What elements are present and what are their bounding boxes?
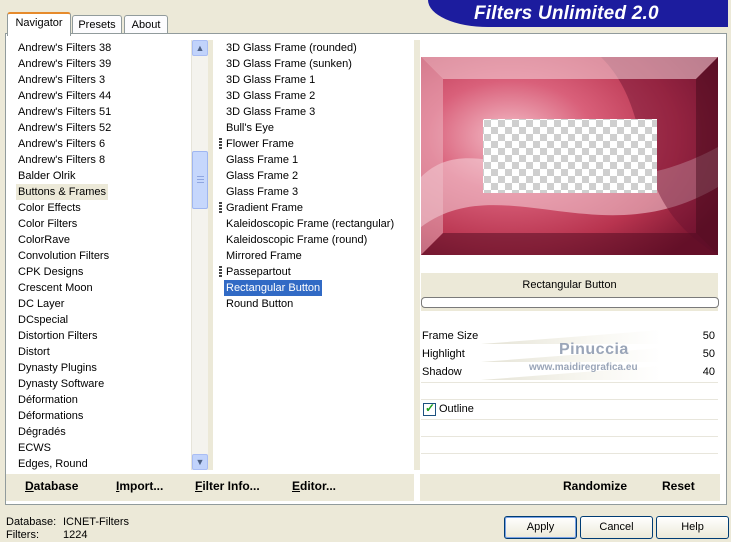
category-item[interactable]: Andrew's Filters 39 — [16, 56, 113, 72]
param-row-empty — [421, 382, 718, 399]
filter-marker-icon — [219, 266, 222, 278]
category-scrollbar[interactable]: ▲ ▼ — [191, 40, 208, 470]
tab-navigator[interactable]: Navigator — [7, 12, 71, 36]
outline-checkbox[interactable]: ✓ — [423, 401, 436, 416]
database-value: ICNET-Filters — [63, 516, 129, 528]
help-button[interactable]: Help — [656, 516, 729, 539]
category-item[interactable]: DC Layer — [16, 296, 66, 312]
filter-info-button[interactable]: Filter Info... — [195, 479, 260, 493]
checkmark-icon: ✓ — [425, 401, 436, 415]
database-button[interactable]: Database — [25, 479, 78, 493]
filter-list[interactable]: 3D Glass Frame (rounded) 3D Glass Frame (… — [214, 40, 414, 470]
category-item[interactable]: Andrew's Filters 8 — [16, 152, 107, 168]
category-item[interactable]: Color Effects — [16, 200, 83, 216]
tab-presets[interactable]: Presets — [72, 15, 122, 34]
filter-item[interactable]: Rectangular Button — [224, 280, 323, 296]
category-item[interactable]: Crescent Moon — [16, 280, 95, 296]
cancel-button[interactable]: Cancel — [580, 516, 653, 539]
category-item[interactable]: Color Filters — [16, 216, 79, 232]
filter-item[interactable]: 3D Glass Frame 3 — [224, 104, 317, 120]
category-item[interactable]: Andrew's Filters 51 — [16, 104, 113, 120]
randomize-button[interactable]: Randomize — [563, 479, 627, 493]
filter-item[interactable]: Kaleidoscopic Frame (rectangular) — [224, 216, 396, 232]
category-item[interactable]: CPK Designs — [16, 264, 85, 280]
filters-count: 1224 — [63, 529, 88, 541]
arrow-up-icon[interactable]: ▲ — [192, 40, 208, 56]
category-item[interactable]: Déformation — [16, 392, 80, 408]
filter-marker-icon — [219, 138, 222, 150]
filter-preview — [421, 57, 718, 255]
filter-item[interactable]: Kaleidoscopic Frame (round) — [224, 232, 369, 248]
category-item[interactable]: Buttons & Frames — [16, 184, 109, 200]
progress-bar — [421, 297, 719, 308]
category-item[interactable]: Déformations — [16, 408, 85, 424]
param-value: 40 — [702, 366, 715, 378]
category-item[interactable]: Distort — [16, 344, 52, 360]
param-value: 50 — [702, 348, 715, 360]
apply-button[interactable]: Apply — [504, 516, 577, 539]
category-item[interactable]: Edges, Round — [16, 456, 90, 470]
filter-item[interactable]: 3D Glass Frame 2 — [224, 88, 317, 104]
category-item[interactable]: Andrew's Filters 6 — [16, 136, 107, 152]
list-divider — [208, 40, 213, 470]
outline-label: Outline — [439, 403, 474, 415]
filter-item[interactable]: Glass Frame 2 — [224, 168, 300, 184]
param-label: Shadow — [422, 366, 462, 378]
database-label: Database: — [6, 516, 57, 528]
param-row-empty — [421, 436, 718, 453]
filters-label: Filters: — [6, 529, 39, 541]
filter-item[interactable]: Passepartout — [224, 264, 293, 280]
param-row-empty — [421, 419, 718, 436]
filter-item[interactable]: Round Button — [224, 296, 295, 312]
category-item[interactable]: Convolution Filters — [16, 248, 111, 264]
filter-item[interactable]: 3D Glass Frame (rounded) — [224, 40, 359, 56]
filter-item[interactable]: Mirrored Frame — [224, 248, 304, 264]
filter-item[interactable]: 3D Glass Frame (sunken) — [224, 56, 354, 72]
category-item[interactable]: Andrew's Filters 38 — [16, 40, 113, 56]
category-item[interactable]: DCspecial — [16, 312, 70, 328]
category-item[interactable]: Dynasty Plugins — [16, 360, 99, 376]
category-item[interactable]: ColorRave — [16, 232, 72, 248]
tab-about[interactable]: About — [124, 15, 168, 34]
category-item[interactable]: Andrew's Filters 44 — [16, 88, 113, 104]
filter-item[interactable]: Bull's Eye — [224, 120, 276, 136]
watermark-name: Pinuccia — [559, 341, 629, 358]
filter-item[interactable]: Glass Frame 3 — [224, 184, 300, 200]
app-title: Filters Unlimited 2.0 — [474, 3, 659, 24]
filter-item[interactable]: Glass Frame 1 — [224, 152, 300, 168]
editor-button[interactable]: Editor... — [292, 479, 336, 493]
category-list[interactable]: Andrew's Filters 38 Andrew's Filters 39 An… — [13, 40, 191, 470]
import-button[interactable]: Import... — [116, 479, 163, 493]
param-value: 50 — [702, 330, 715, 342]
filter-item[interactable]: Gradient Frame — [224, 200, 305, 216]
category-item[interactable]: Andrew's Filters 52 — [16, 120, 113, 136]
reset-button[interactable]: Reset — [662, 479, 695, 493]
filter-marker-icon — [219, 202, 222, 214]
filter-item[interactable]: 3D Glass Frame 1 — [224, 72, 317, 88]
filter-item[interactable]: Flower Frame — [224, 136, 296, 152]
preview-caption: Rectangular Button — [522, 279, 617, 291]
param-label: Frame Size — [422, 330, 479, 342]
category-item[interactable]: ECWS — [16, 440, 53, 456]
category-item[interactable]: Balder Olrik — [16, 168, 77, 184]
category-item[interactable]: Distortion Filters — [16, 328, 99, 344]
param-row-empty — [421, 453, 718, 470]
category-item[interactable]: Dégradés — [16, 424, 68, 440]
arrow-down-icon[interactable]: ▼ — [192, 454, 208, 470]
watermark-url: www.maidiregrafica.eu — [529, 362, 638, 373]
param-label: Highlight — [422, 348, 465, 360]
outline-row[interactable]: ✓ Outline — [421, 399, 718, 419]
category-item[interactable]: Andrew's Filters 3 — [16, 72, 107, 88]
scrollbar-thumb[interactable] — [192, 151, 208, 209]
category-item[interactable]: Dynasty Software — [16, 376, 106, 392]
